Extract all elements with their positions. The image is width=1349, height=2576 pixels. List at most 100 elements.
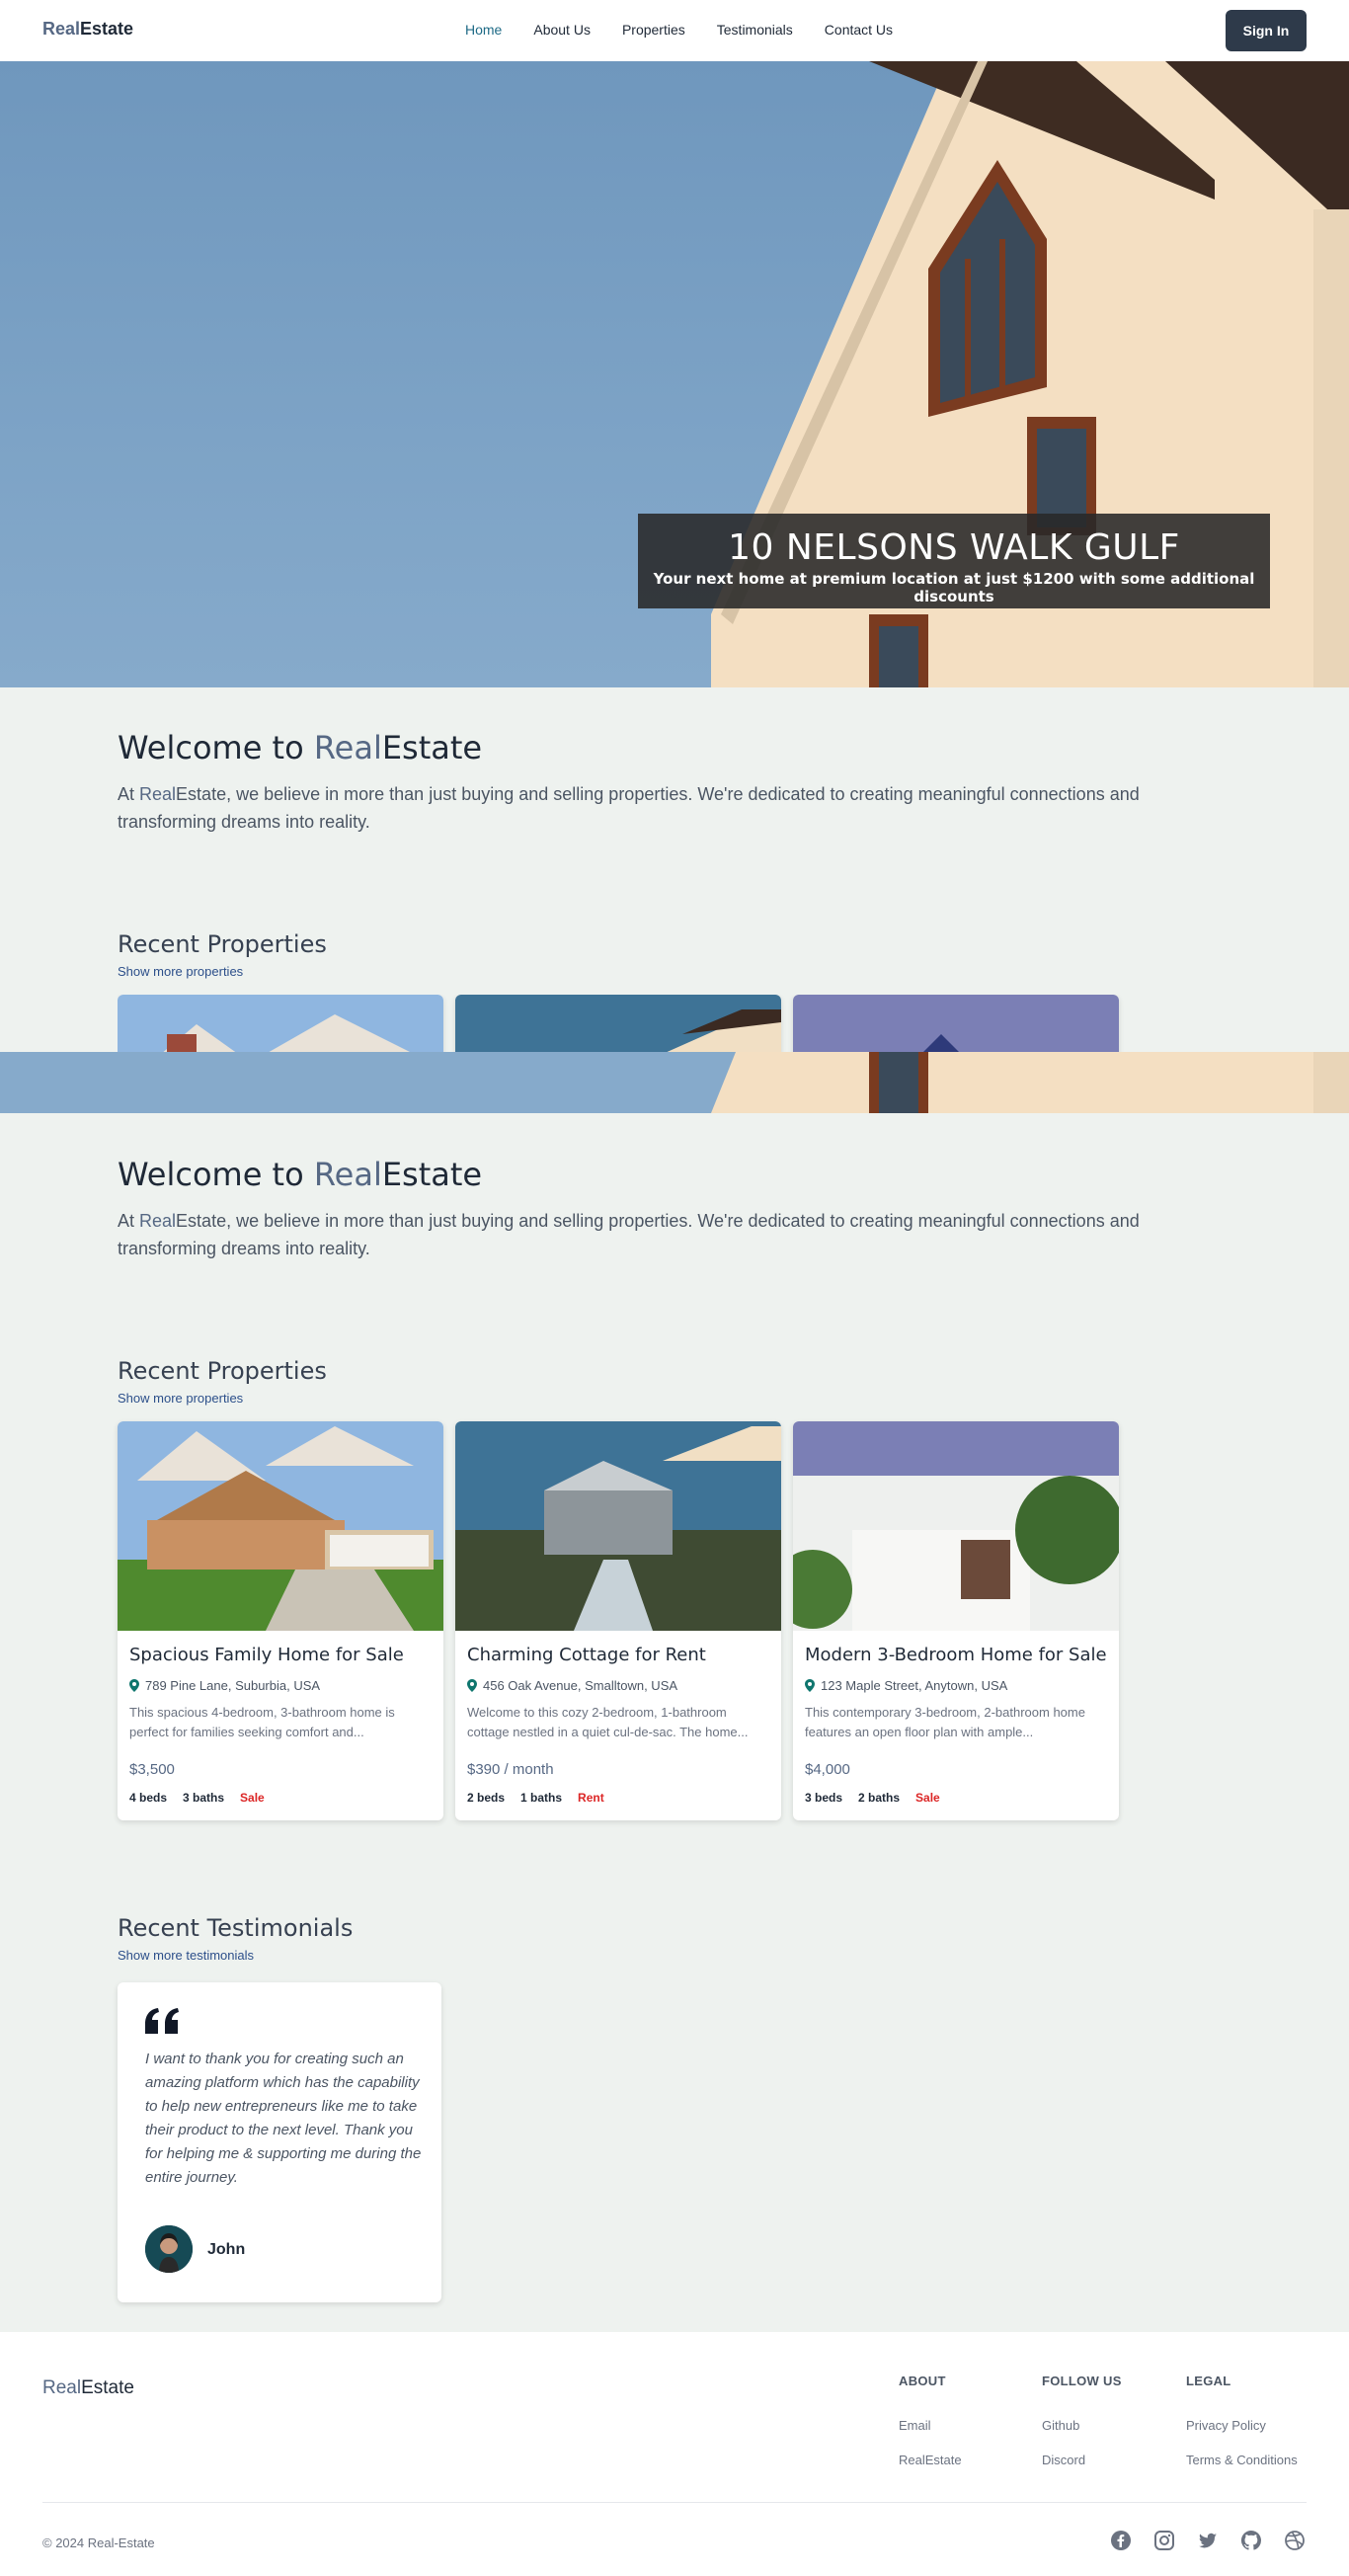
nav-link-about[interactable]: About Us [533, 22, 591, 38]
property-card[interactable] [793, 995, 1119, 1052]
property-description: This contemporary 3-bedroom, 2-bathroom … [805, 1705, 1085, 1739]
nav-link-testimonials[interactable]: Testimonials [717, 22, 793, 38]
facebook-icon[interactable] [1110, 2530, 1132, 2551]
hero-caption: 10 NELSONS WALK GULF Your next home at p… [638, 514, 1270, 608]
testimonial-author: John [207, 2241, 246, 2258]
property-beds: 3 beds [805, 1791, 843, 1805]
hero-subtitle: Your next home at premium location at ju… [653, 570, 1255, 605]
property-address-text: 123 Maple Street, Anytown, USA [821, 1678, 1008, 1693]
avatar [145, 2225, 193, 2273]
welcome-title-prefix: Welcome to [118, 729, 314, 766]
hero-banner-strip [0, 1052, 1349, 1113]
footer-link-github[interactable]: Github [1042, 2418, 1122, 2433]
show-more-properties-link[interactable]: Show more properties [118, 1391, 243, 1406]
footer-link-privacy[interactable]: Privacy Policy [1186, 2418, 1298, 2433]
location-pin-icon [467, 1679, 477, 1692]
property-baths: 1 baths [520, 1791, 563, 1805]
property-tag: Rent [578, 1791, 604, 1805]
welcome-title-real: Real [313, 1156, 382, 1193]
footer-column-legal: LEGAL Privacy Policy Terms & Conditions [1186, 2374, 1298, 2467]
show-more-testimonials-link[interactable]: Show more testimonials [118, 1948, 254, 1963]
recent-testimonials-title: Recent Testimonials [118, 1914, 354, 1942]
property-meta: 4 beds 3 baths Sale [129, 1791, 265, 1805]
property-cards-clipped [118, 995, 1125, 1052]
property-beds: 2 beds [467, 1791, 506, 1805]
footer-column-follow: FOLLOW US Github Discord [1042, 2374, 1122, 2467]
welcome-text: At RealEstate, we believe in more than j… [118, 780, 1164, 836]
welcome-text-prefix: At [118, 1211, 140, 1231]
twitter-icon[interactable] [1197, 2530, 1219, 2551]
nav-link-contact[interactable]: Contact Us [825, 22, 893, 38]
footer-copyright: © 2024 Real-Estate [42, 2536, 155, 2550]
footer-link-discord[interactable]: Discord [1042, 2453, 1122, 2467]
welcome-text-real: Real [139, 1211, 177, 1231]
property-price: $3,500 [129, 1761, 175, 1778]
quote-icon [145, 2008, 179, 2034]
property-image [793, 995, 1119, 1052]
welcome-title-real: Real [313, 729, 382, 766]
instagram-icon[interactable] [1153, 2530, 1175, 2551]
property-image [793, 1421, 1119, 1631]
footer-link-email[interactable]: Email [899, 2418, 962, 2433]
footer-divider [42, 2502, 1307, 2503]
location-pin-icon [805, 1679, 815, 1692]
welcome-text-estate: Estate [176, 1211, 227, 1231]
property-tag: Sale [240, 1791, 265, 1805]
property-title: Modern 3-Bedroom Home for Sale [805, 1645, 1107, 1665]
property-card[interactable]: Modern 3-Bedroom Home for Sale 123 Maple… [793, 1421, 1119, 1820]
property-tag: Sale [915, 1791, 940, 1805]
footer-logo[interactable]: RealEstate [42, 2377, 134, 2399]
social-links [1110, 2530, 1306, 2551]
welcome-text-body: , we believe in more than just buying an… [118, 784, 1140, 832]
site-logo[interactable]: RealEstate [42, 19, 133, 40]
property-baths: 2 baths [858, 1791, 901, 1805]
property-card[interactable]: Charming Cottage for Rent 456 Oak Avenue… [455, 1421, 781, 1820]
welcome-title-estate: Estate [381, 729, 483, 766]
welcome-section: Welcome to RealEstate At RealEstate, we … [118, 729, 1164, 836]
footer-link-realestate[interactable]: RealEstate [899, 2453, 962, 2467]
hero-banner: 10 NELSONS WALK GULF Your next home at p… [0, 61, 1349, 687]
nav-link-properties[interactable]: Properties [622, 22, 685, 38]
logo-real-text: Real [42, 19, 81, 39]
top-nav: RealEstate Home About Us Properties Test… [0, 0, 1349, 61]
recent-properties-title: Recent Properties [118, 930, 327, 958]
welcome-title-prefix: Welcome to [118, 1156, 314, 1193]
show-more-properties-link[interactable]: Show more properties [118, 964, 243, 979]
recent-properties-title: Recent Properties [118, 1357, 327, 1385]
footer-column-about: ABOUT Email RealEstate [899, 2374, 962, 2467]
property-card[interactable] [118, 995, 443, 1052]
property-card[interactable] [455, 995, 781, 1052]
property-address-text: 789 Pine Lane, Suburbia, USA [145, 1678, 321, 1693]
property-card[interactable]: Spacious Family Home for Sale 789 Pine L… [118, 1421, 443, 1820]
property-address-text: 456 Oak Avenue, Smalltown, USA [483, 1678, 678, 1693]
welcome-text-body: , we believe in more than just buying an… [118, 1211, 1140, 1258]
hero-house-image [0, 1052, 1349, 1113]
property-image [455, 1421, 781, 1631]
welcome-text-prefix: At [118, 784, 140, 804]
footer-heading-about: ABOUT [899, 2374, 946, 2388]
property-image [118, 1421, 443, 1631]
nav-link-home[interactable]: Home [465, 22, 502, 38]
github-icon[interactable] [1240, 2530, 1262, 2551]
nav-links: Home About Us Properties Testimonials Co… [465, 22, 893, 38]
property-price: $4,000 [805, 1761, 850, 1778]
property-beds: 4 beds [129, 1791, 168, 1805]
dribbble-icon[interactable] [1284, 2530, 1306, 2551]
footer-link-terms[interactable]: Terms & Conditions [1186, 2453, 1298, 2467]
property-address: 456 Oak Avenue, Smalltown, USA [467, 1678, 677, 1693]
welcome-title: Welcome to RealEstate [118, 1156, 1164, 1193]
hero-title: 10 NELSONS WALK GULF [728, 527, 1180, 568]
property-meta: 2 beds 1 baths Rent [467, 1791, 604, 1805]
site-footer: RealEstate ABOUT Email RealEstate FOLLOW… [0, 2332, 1349, 2576]
welcome-text-real: Real [139, 784, 177, 804]
welcome-text-estate: Estate [176, 784, 227, 804]
sign-in-button[interactable]: Sign In [1226, 10, 1307, 51]
property-price: $390 / month [467, 1761, 554, 1778]
property-title: Charming Cottage for Rent [467, 1645, 706, 1665]
property-description: Welcome to this cozy 2-bedroom, 1-bathro… [467, 1705, 749, 1739]
footer-heading-follow: FOLLOW US [1042, 2374, 1122, 2388]
footer-heading-legal: LEGAL [1186, 2374, 1231, 2388]
property-address: 789 Pine Lane, Suburbia, USA [129, 1678, 320, 1693]
location-pin-icon [129, 1679, 139, 1692]
footer-logo-estate: Estate [81, 2377, 134, 2398]
